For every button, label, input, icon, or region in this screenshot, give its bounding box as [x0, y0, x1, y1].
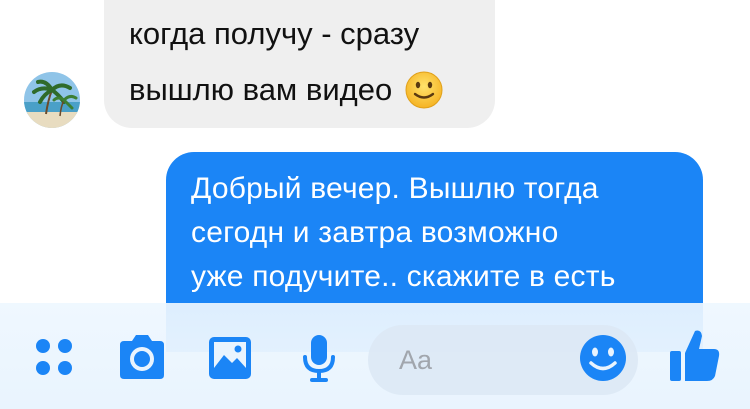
- slightly-smiling-face-icon: [404, 70, 444, 110]
- image-icon[interactable]: [207, 335, 253, 386]
- camera-icon[interactable]: [116, 333, 168, 386]
- message-text-line: уже подучите.. скажите в есть: [191, 260, 616, 293]
- emoji-icon[interactable]: [578, 333, 628, 388]
- message-input-placeholder: Aa: [399, 345, 433, 375]
- message-text-line: когда получу - сразу: [129, 16, 420, 51]
- microphone-icon[interactable]: [301, 333, 337, 390]
- apps-icon[interactable]: [34, 337, 76, 384]
- message-text-line: Добрый вечер. Вышлю тогда: [191, 172, 599, 205]
- incoming-message-bubble[interactable]: когда получу - сразу вышлю вам видео: [104, 0, 495, 128]
- message-text-line: вышлю вам видео: [129, 72, 393, 107]
- message-composer-toolbar: Aa: [0, 303, 750, 409]
- contact-avatar[interactable]: [24, 72, 80, 128]
- thumbs-up-icon[interactable]: [668, 327, 722, 388]
- message-text-line: сегодн и завтра возможно: [191, 216, 559, 249]
